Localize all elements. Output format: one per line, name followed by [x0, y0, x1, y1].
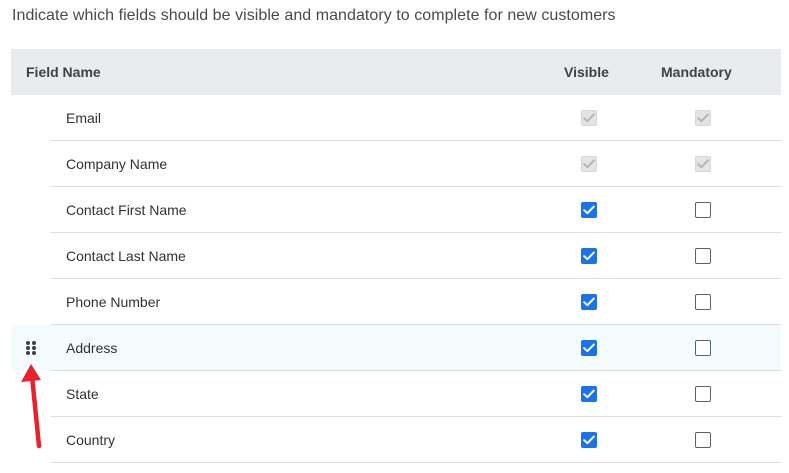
field-settings-page: Indicate which fields should be visible … [0, 0, 789, 473]
column-header-mandatory: Mandatory [661, 64, 732, 80]
visible-checkbox [581, 110, 597, 126]
mandatory-checkbox[interactable] [695, 432, 711, 448]
table-row[interactable]: Country [11, 417, 781, 463]
table-row[interactable]: State [11, 371, 781, 417]
field-name-label: Phone Number [66, 294, 161, 310]
drag-handle-icon[interactable] [25, 341, 37, 355]
table-row[interactable]: Contact First Name [11, 187, 781, 233]
intro-text: Indicate which fields should be visible … [12, 7, 616, 24]
mandatory-checkbox[interactable] [695, 202, 711, 218]
table-row[interactable]: Company Name [11, 141, 781, 187]
field-name-label: Email [66, 110, 102, 126]
field-table-body: Email Company Name Contact First Name Conta… [11, 95, 781, 463]
visible-checkbox[interactable] [581, 340, 597, 356]
table-row[interactable]: Email [11, 95, 781, 141]
field-name-label: Contact First Name [66, 202, 187, 218]
table-header: Field Name Visible Mandatory [11, 49, 781, 95]
row-divider [51, 462, 781, 463]
visible-checkbox[interactable] [581, 248, 597, 264]
field-name-label: Contact Last Name [66, 248, 186, 264]
red-arrow-icon [21, 364, 42, 449]
visible-checkbox[interactable] [581, 202, 597, 218]
mandatory-checkbox[interactable] [695, 248, 711, 264]
mandatory-checkbox [695, 156, 711, 172]
visible-checkbox[interactable] [581, 432, 597, 448]
column-header-field-name: Field Name [26, 64, 101, 80]
field-name-label: State [66, 386, 99, 402]
visible-checkbox[interactable] [581, 386, 597, 402]
mandatory-checkbox[interactable] [695, 386, 711, 402]
visible-checkbox [581, 156, 597, 172]
mandatory-checkbox [695, 110, 711, 126]
mandatory-checkbox[interactable] [695, 340, 711, 356]
field-name-label: Company Name [66, 156, 168, 172]
field-name-label: Address [66, 340, 118, 356]
field-name-label: Country [66, 432, 116, 448]
table-row[interactable]: Address [11, 325, 781, 371]
table-row[interactable]: Contact Last Name [11, 233, 781, 279]
mandatory-checkbox[interactable] [695, 294, 711, 310]
visible-checkbox[interactable] [581, 294, 597, 310]
table-row[interactable]: Phone Number [11, 279, 781, 325]
column-header-visible: Visible [564, 64, 609, 80]
